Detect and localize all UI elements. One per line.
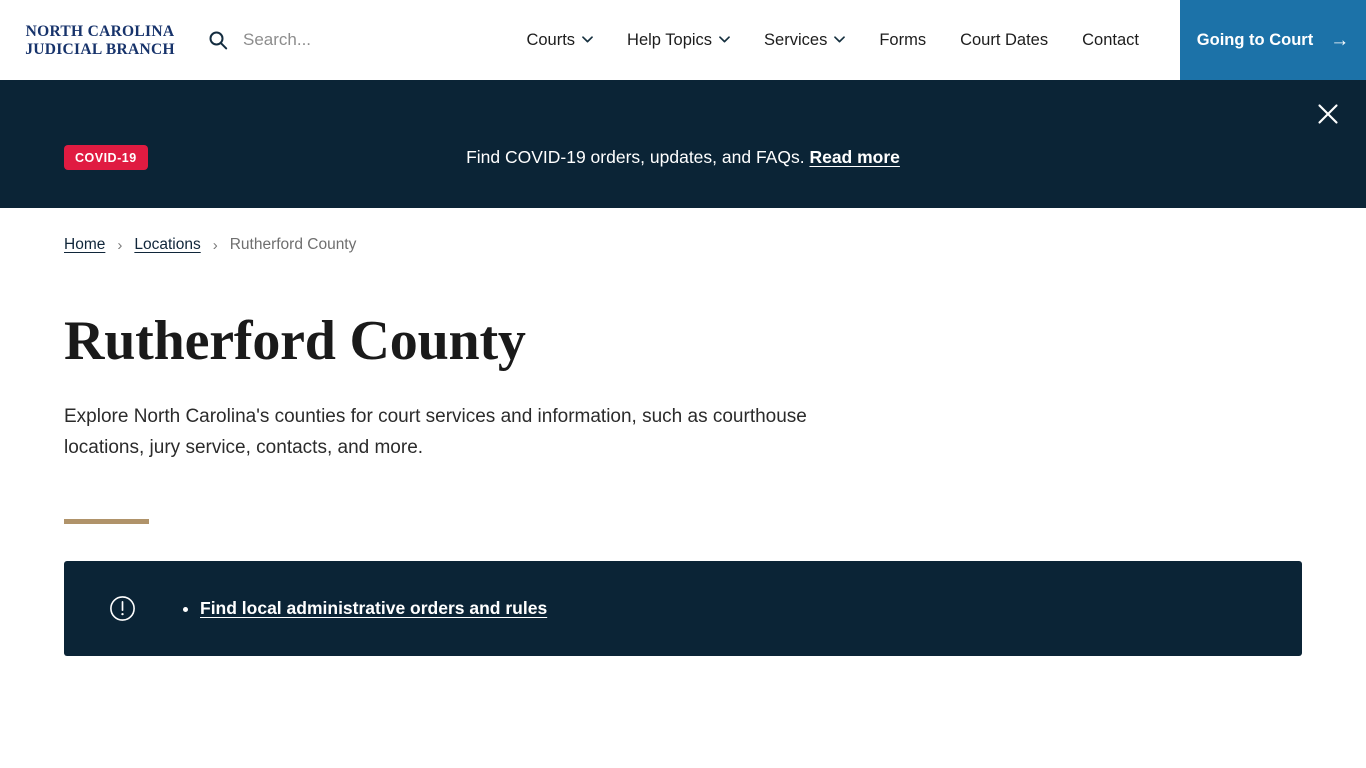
close-icon[interactable] [1308,94,1348,134]
page-description: Explore North Carolina's counties for co… [64,405,807,458]
nav-item-contact[interactable]: Contact [1065,0,1156,80]
covid-banner-message: Find COVID-19 orders, updates, and FAQs. [466,146,805,167]
section-divider [64,518,149,524]
breadcrumb-item-current: Rutherford County [229,236,357,253]
local-admin-orders-link[interactable]: Find local administrative orders and rul… [200,598,547,618]
logo-line-1: NORTH CAROLINA [25,23,175,40]
breadcrumb-item-locations[interactable]: Locations [134,236,200,254]
nav-label: Contact [1082,30,1139,49]
nav-label: Help Topics [627,30,713,49]
nav-item-services[interactable]: Services [747,0,862,80]
nav-label: Courts [526,30,576,49]
alert-content: Find local administrative orders and rul… [150,596,1272,621]
nav-label: Court Dates [960,30,1049,49]
arrow-right-icon: → [1330,29,1350,51]
chevron-down-icon [719,35,730,47]
covid-banner-text: Find COVID-19 orders, updates, and FAQs.… [0,147,1366,168]
covid-alert-banner: COVID-19 Find COVID-19 orders, updates, … [0,80,1366,208]
breadcrumb-item-home[interactable]: Home [64,236,105,254]
nav-label: Forms [879,30,927,49]
alert-circle-icon [94,595,150,622]
going-to-court-button[interactable]: Going to Court → [1180,0,1366,80]
alert-link-list: Find local administrative orders and rul… [180,596,1272,621]
nav-item-help-topics[interactable]: Help Topics [610,0,747,80]
page-title: Rutherford County [64,310,526,372]
search-icon[interactable] [205,27,231,53]
alert-box: Find local administrative orders and rul… [64,560,1302,656]
search-input[interactable] [243,30,423,50]
breadcrumb: Home › Locations › Rutherford County [32,208,1334,254]
site-logo[interactable]: NORTH CAROLINA JUDICIAL BRANCH [0,0,200,80]
chevron-down-icon [834,35,846,47]
page-content: Home › Locations › Rutherford County Rut… [0,208,1366,656]
logo-line-2: JUDICIAL BRANCH [25,41,175,58]
nav-item-forms[interactable]: Forms [862,0,943,80]
list-item: Find local administrative orders and rul… [200,596,1272,621]
covid-read-more-link[interactable]: Read more [809,147,899,167]
nav-item-courts[interactable]: Courts [509,0,610,80]
chevron-down-icon [582,35,593,47]
site-header: NORTH CAROLINA JUDICIAL BRANCH Courts He… [0,0,1366,80]
main-navigation: Courts Help Topics Services Forms Court … [450,0,1180,80]
covid-badge: COVID-19 [64,144,148,170]
nav-item-court-dates[interactable]: Court Dates [943,0,1065,80]
nav-label: Services [764,30,828,49]
header-search [200,0,450,80]
cta-label: Going to Court [1196,30,1314,49]
breadcrumb-separator: › [212,236,218,254]
breadcrumb-separator: › [117,236,123,254]
